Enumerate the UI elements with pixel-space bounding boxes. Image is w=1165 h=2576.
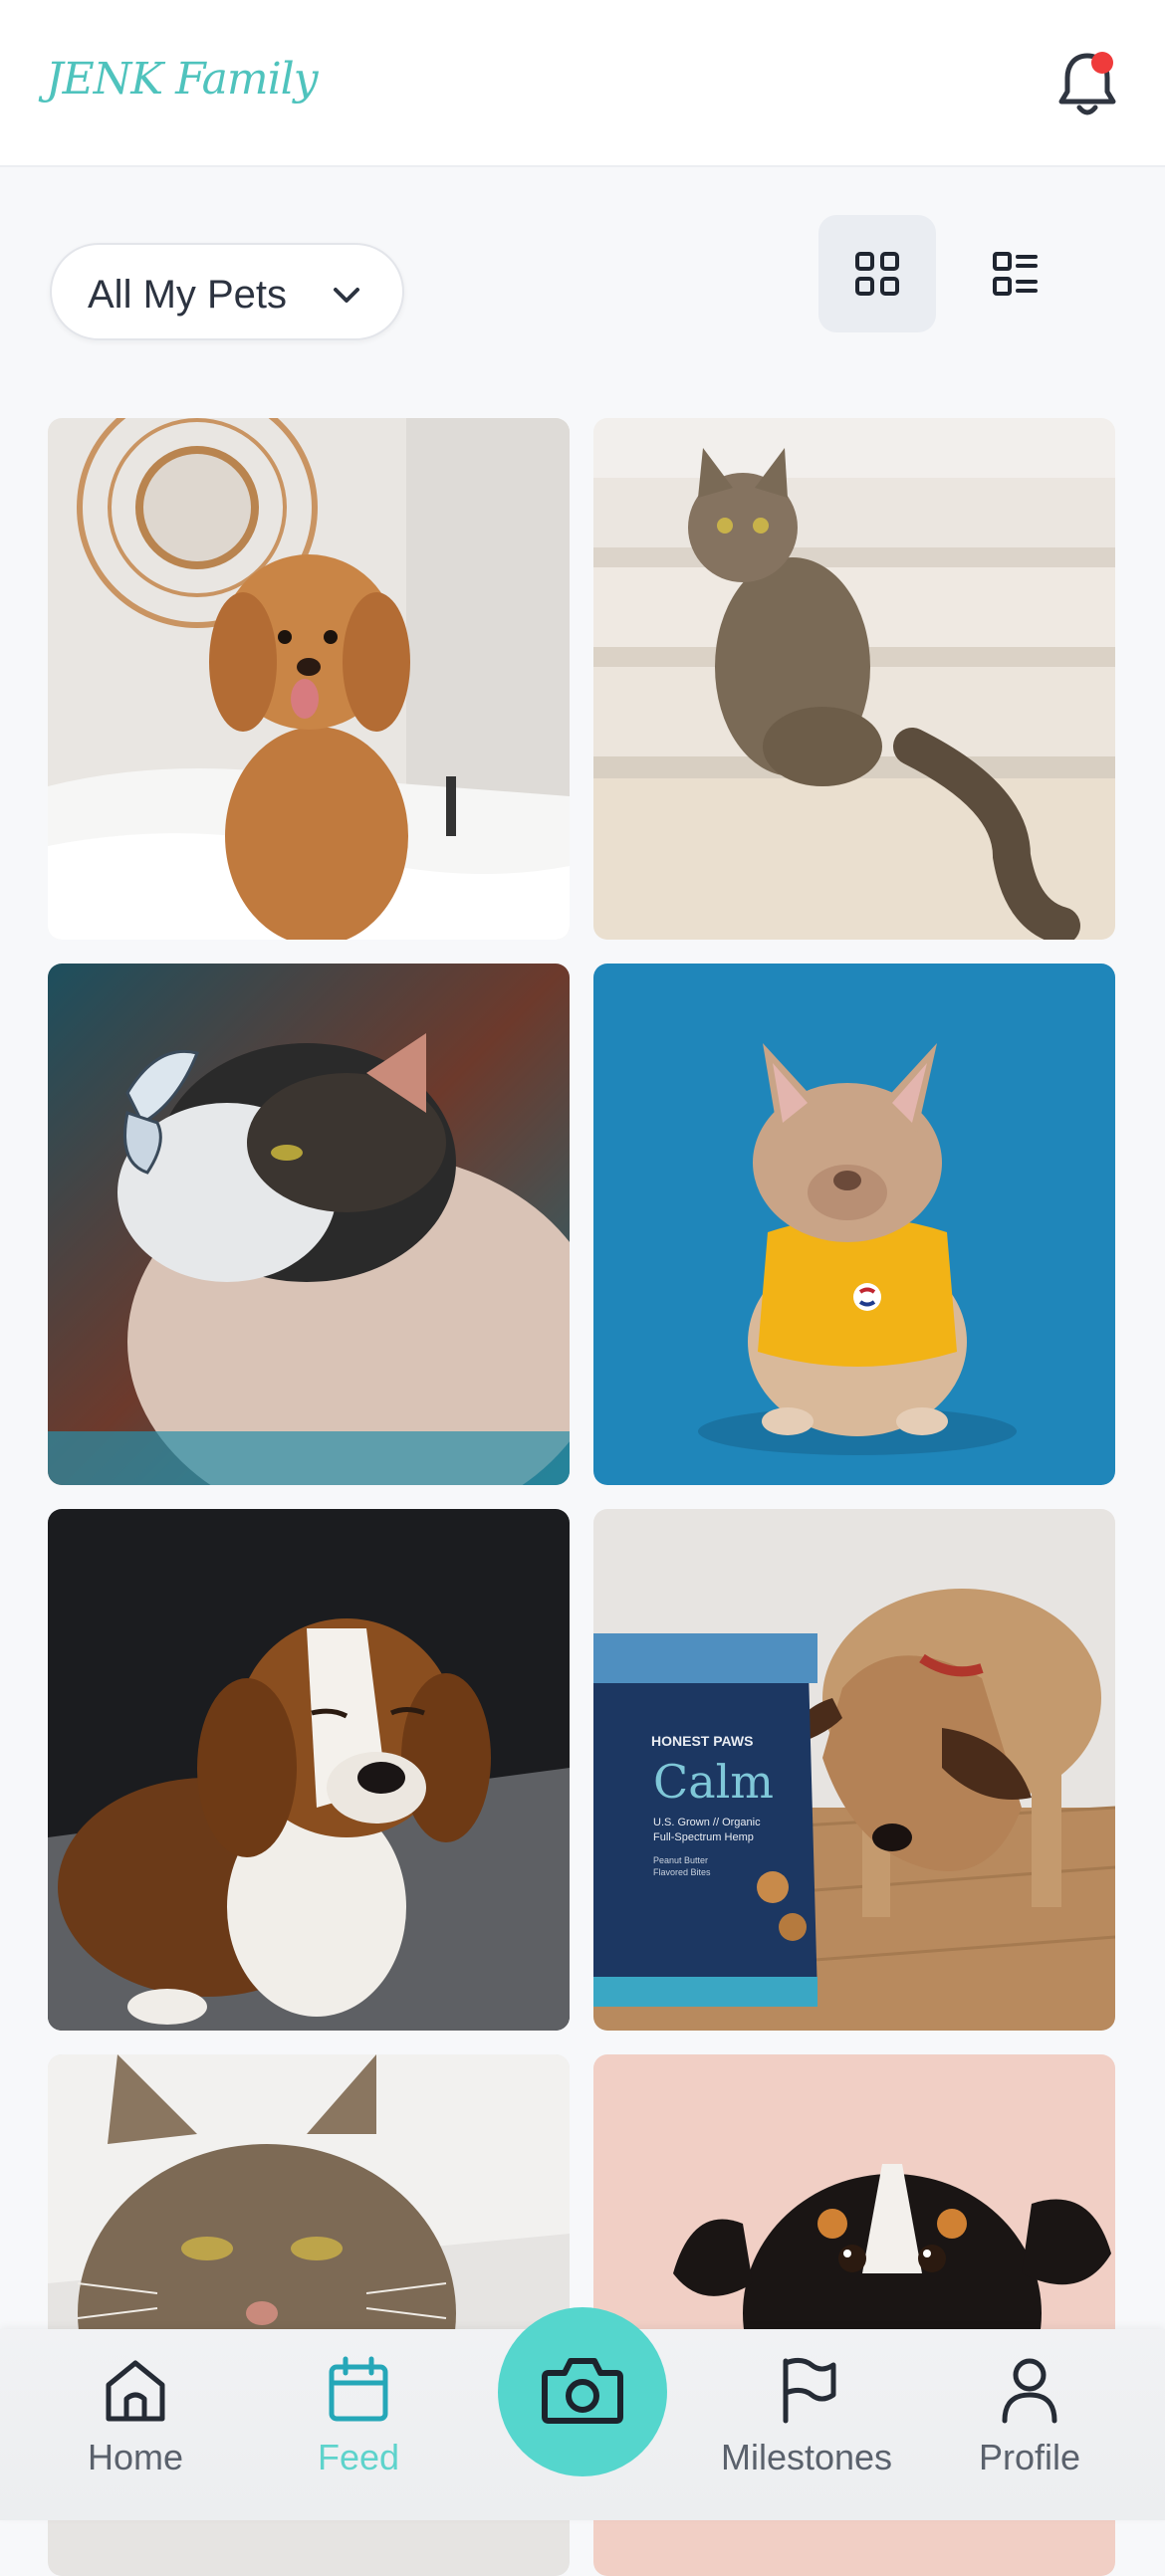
nav-feed-label: Feed <box>317 2437 400 2477</box>
treat-bag-line1: U.S. Grown // Organic <box>653 1817 761 1828</box>
flag-icon <box>783 2357 836 2424</box>
beagle-image <box>48 1509 570 2031</box>
grid-view-button[interactable] <box>818 215 936 332</box>
pet-photo-beagle[interactable] <box>48 1509 570 2031</box>
grid-icon <box>855 252 899 296</box>
camera-button[interactable] <box>498 2307 667 2476</box>
pet-photo-dog-treats[interactable]: HONEST PAWS Calm U.S. Grown // Organic F… <box>593 1509 1115 2031</box>
doodle-dog-image <box>48 418 570 940</box>
pet-filter-label: All My Pets <box>88 273 288 317</box>
camera-icon <box>542 2358 623 2424</box>
tabby-cat-stairs-image <box>593 418 1115 940</box>
app-header: JENK Family <box>0 0 1165 167</box>
home-icon <box>106 2360 165 2422</box>
list-view-button[interactable] <box>956 215 1073 332</box>
list-icon <box>993 252 1038 296</box>
dog-calm-treats-image: HONEST PAWS Calm U.S. Grown // Organic F… <box>593 1509 1115 2031</box>
brand-logo[interactable]: JENK Family <box>46 54 319 105</box>
pet-filter-dropdown[interactable]: All My Pets <box>50 243 404 340</box>
person-icon <box>1002 2358 1057 2424</box>
french-bulldog-image <box>593 964 1115 1485</box>
nav-milestones[interactable]: Milestones <box>709 2355 904 2478</box>
nav-profile[interactable]: Profile <box>966 2355 1093 2478</box>
treat-bag-line3: Peanut Butter <box>653 1855 708 1865</box>
treat-bag-line2: Full-Spectrum Hemp <box>653 1831 754 1843</box>
notification-badge <box>1091 52 1113 74</box>
nav-home-label: Home <box>87 2437 184 2477</box>
pet-photo-tabby-cat[interactable] <box>593 418 1115 940</box>
nav-home[interactable]: Home <box>80 2355 191 2478</box>
calendar-icon <box>329 2356 388 2422</box>
treat-bag-line4: Flavored Bites <box>653 1867 711 1877</box>
nav-feed[interactable]: Feed <box>303 2355 414 2478</box>
pet-photo-french-bulldog[interactable] <box>593 964 1115 1485</box>
nav-milestones-label: Milestones <box>720 2437 893 2477</box>
treat-bag-brand: HONEST PAWS <box>651 1733 753 1749</box>
nav-profile-label: Profile <box>978 2437 1081 2477</box>
cat-with-butterfly-image <box>48 964 570 1485</box>
pet-photo-doodle-dog[interactable] <box>48 418 570 940</box>
pet-photo-cat-butterfly[interactable] <box>48 964 570 1485</box>
treat-bag-name: Calm <box>653 1755 774 1809</box>
chevron-down-icon <box>334 288 359 303</box>
